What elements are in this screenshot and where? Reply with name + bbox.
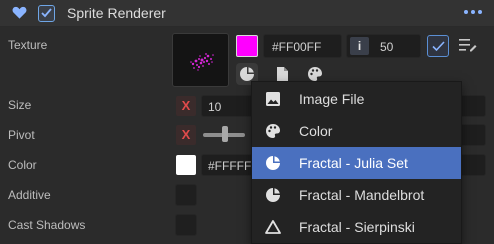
pivot-label: Pivot (8, 128, 35, 142)
checkmark-icon (41, 8, 52, 18)
size-label: Size (8, 98, 32, 112)
apply-checkbox[interactable] (427, 35, 449, 57)
texture-label: Texture (8, 38, 48, 52)
menu-item-label: Color (299, 123, 333, 139)
additive-checkbox[interactable] (175, 184, 197, 206)
enabled-checkbox[interactable] (38, 5, 55, 22)
menu-item-label: Fractal - Mandelbrot (299, 187, 425, 203)
pivot-x-axis-label: X (176, 125, 196, 145)
fractal-icon (240, 67, 254, 81)
size-x-axis-label: X (176, 96, 196, 116)
image-icon (266, 92, 280, 106)
menu-item-fractal-mandelbrot[interactable]: Fractal - Mandelbrot (252, 179, 461, 211)
fractal-icon (266, 188, 280, 202)
palette-icon (308, 67, 322, 81)
menu-item-color[interactable]: Color (252, 115, 461, 147)
fractal-icon (266, 156, 280, 170)
menu-item-label: Fractal - Sierpinski (299, 219, 415, 235)
more-options-icon[interactable] (463, 9, 483, 15)
heart-icon[interactable] (12, 6, 27, 20)
cast-shadows-checkbox[interactable] (175, 214, 197, 236)
pivot-slider-handle[interactable] (222, 126, 228, 142)
palette-icon (266, 124, 280, 138)
iterations-field[interactable]: i 50 (346, 34, 421, 58)
checkmark-icon (432, 41, 445, 52)
file-icon (277, 67, 288, 81)
fractal-preview-image (190, 53, 214, 71)
component-title: Sprite Renderer (67, 5, 166, 21)
source-type-dropdown: Image File Color Fractal - Julia Set Fra… (251, 81, 462, 244)
color-alpha-input[interactable] (458, 154, 486, 176)
iterations-value[interactable]: 50 (380, 40, 393, 54)
color-swatch[interactable] (176, 155, 196, 175)
color-label: Color (8, 158, 37, 172)
menu-item-label: Image File (299, 91, 365, 107)
pivot-y-input[interactable] (458, 124, 486, 146)
info-icon: i (350, 37, 369, 55)
additive-label: Additive (8, 188, 51, 202)
texture-color-swatch[interactable] (236, 35, 258, 57)
texture-preview[interactable] (172, 33, 229, 87)
menu-item-image-file[interactable]: Image File (252, 83, 461, 115)
component-header: Sprite Renderer (0, 0, 494, 27)
list-settings-icon[interactable] (459, 38, 477, 52)
cast-shadows-label: Cast Shadows (8, 218, 86, 232)
menu-item-fractal-sierpinski[interactable]: Fractal - Sierpinski (252, 211, 461, 243)
texture-color-hex-input[interactable]: #FF00FF (263, 34, 342, 58)
size-y-input[interactable] (458, 95, 486, 117)
menu-item-fractal-julia-set[interactable]: Fractal - Julia Set (252, 147, 461, 179)
menu-item-label: Fractal - Julia Set (299, 155, 408, 171)
triangle-icon (265, 220, 281, 234)
